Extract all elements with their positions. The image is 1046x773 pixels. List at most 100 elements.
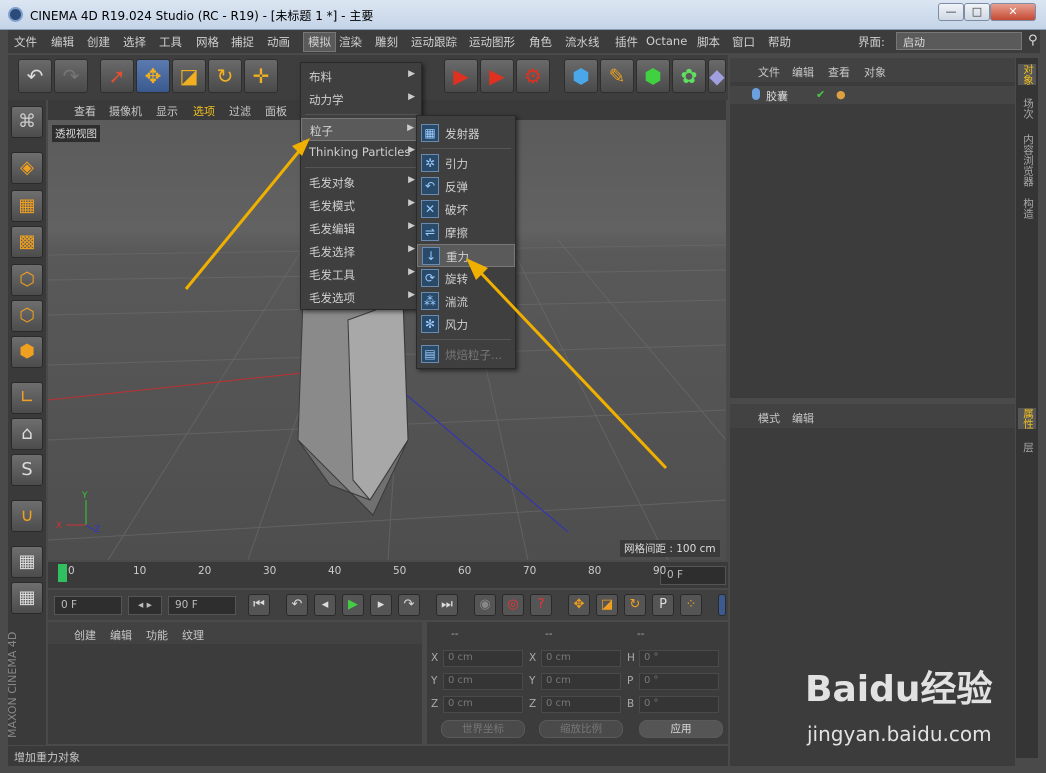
menu-14[interactable]: 流水线 <box>565 34 600 50</box>
key-move-icon[interactable]: ✥ <box>568 594 590 616</box>
menu-10[interactable]: 雕刻 <box>375 34 398 50</box>
apply-button[interactable]: 应用 <box>639 720 723 738</box>
menu-4[interactable]: 工具 <box>159 34 182 50</box>
particles-menu-item[interactable]: ↶ 反弹 <box>417 175 515 198</box>
material-menu-3[interactable]: 纹理 <box>182 627 204 643</box>
render-settings-icon[interactable]: ⚙ <box>516 59 550 93</box>
cube-icon[interactable]: ⬢ <box>564 59 598 93</box>
viewport-menu-2[interactable]: 显示 <box>156 103 178 119</box>
texture-mode-icon[interactable]: ▦ <box>11 190 43 222</box>
go-to-end-icon[interactable]: ⏭ <box>436 594 458 616</box>
simulate-menu-item[interactable]: 毛发对象 ▶ <box>301 171 421 194</box>
visibility-check-icon[interactable]: ✔ <box>816 88 825 101</box>
particles-menu-item[interactable]: ▦ 发射器 <box>417 122 515 145</box>
simulate-menu-item[interactable]: 毛发选择 ▶ <box>301 240 421 263</box>
menu-16[interactable]: Octane <box>646 34 687 48</box>
record-position-icon[interactable]: ◉ <box>474 594 496 616</box>
coord-field[interactable]: 0 ° <box>639 650 719 667</box>
search-icon[interactable]: ⚲ <box>1028 33 1044 49</box>
start-frame-field[interactable]: 0 F <box>54 596 122 615</box>
right-tab-3[interactable]: 构造 <box>1018 198 1036 219</box>
coord-field[interactable]: 0 cm <box>443 696 523 713</box>
layout-select[interactable]: 启动 <box>896 32 1022 50</box>
polygons-mode-icon[interactable]: ⬢ <box>11 336 43 368</box>
current-frame-field[interactable]: 0 F <box>660 566 726 585</box>
particles-menu-item[interactable]: ✻ 风力 <box>417 313 515 336</box>
particles-menu-item[interactable]: ✕ 破坏 <box>417 198 515 221</box>
coord-field[interactable]: 0 cm <box>541 650 621 667</box>
object-row[interactable]: 胶囊 ✔ ● <box>730 86 1015 104</box>
simulate-menu-item[interactable]: Thinking Particles ▶ <box>301 141 421 164</box>
playhead-marker[interactable] <box>58 564 67 582</box>
menu-11[interactable]: 运动跟踪 <box>411 34 457 50</box>
coordinate-space-select[interactable]: 世界坐标 <box>441 720 525 738</box>
planar-workplane-icon[interactable]: ▦ <box>11 582 43 614</box>
end-frame-field[interactable]: 90 F <box>168 596 236 615</box>
menu-19[interactable]: 帮助 <box>768 34 791 50</box>
menu-9[interactable]: 渲染 <box>339 34 362 50</box>
menu-13[interactable]: 角色 <box>529 34 552 50</box>
menu-8[interactable]: 模拟 <box>303 32 336 52</box>
particles-menu-item[interactable]: ✲ 引力 <box>417 152 515 175</box>
particles-menu-item[interactable]: ⟳ 旋转 <box>417 267 515 290</box>
menu-2[interactable]: 创建 <box>87 34 110 50</box>
menu-17[interactable]: 脚本 <box>697 34 720 50</box>
model-mode-icon[interactable]: ◈ <box>11 152 43 184</box>
autokey-icon[interactable]: ◎ <box>502 594 524 616</box>
key-pla-icon[interactable]: ⁘ <box>680 594 702 616</box>
edges-mode-icon[interactable]: ⬡ <box>11 300 43 332</box>
go-to-start-icon[interactable]: ⏮ <box>248 594 270 616</box>
frame-step-stepper[interactable]: ◂ ▸ <box>128 596 162 615</box>
subdivision-icon[interactable]: ⬢ <box>636 59 670 93</box>
simulate-menu-item[interactable]: 毛发工具 ▶ <box>301 263 421 286</box>
live-select-icon[interactable]: ➚ <box>100 59 134 93</box>
key-parameter-icon[interactable]: P <box>652 594 674 616</box>
coord-field[interactable]: 0 cm <box>541 673 621 690</box>
object-name[interactable]: 胶囊 <box>766 88 788 104</box>
play-icon[interactable]: ▶ <box>342 594 364 616</box>
attribute-menu-0[interactable]: 模式 <box>758 410 780 426</box>
deformer-icon[interactable]: ◆ <box>708 59 726 93</box>
right-tab-5[interactable]: 层 <box>1018 442 1036 453</box>
object-menu-2[interactable]: 查看 <box>828 64 850 80</box>
object-menu-3[interactable]: 对象 <box>864 64 886 80</box>
right-tab-0[interactable]: 对象 <box>1018 64 1036 85</box>
next-key-icon[interactable]: ↷ <box>398 594 420 616</box>
redo-icon[interactable]: ↷ <box>54 59 88 93</box>
material-menu-1[interactable]: 编辑 <box>110 627 132 643</box>
simulate-menu-item[interactable]: 布料 ▶ <box>301 65 421 88</box>
attribute-menu-1[interactable]: 编辑 <box>792 410 814 426</box>
maximize-button[interactable]: □ <box>964 3 990 21</box>
magnet-icon[interactable]: ∪ <box>11 500 43 532</box>
key-scale-icon[interactable]: ◪ <box>596 594 618 616</box>
menu-3[interactable]: 选择 <box>123 34 146 50</box>
previous-key-icon[interactable]: ↶ <box>286 594 308 616</box>
points-mode-icon[interactable]: ⬡ <box>11 264 43 296</box>
menu-7[interactable]: 动画 <box>267 34 290 50</box>
coord-field[interactable]: 0 cm <box>443 673 523 690</box>
undo-icon[interactable]: ↶ <box>18 59 52 93</box>
menu-12[interactable]: 运动图形 <box>469 34 515 50</box>
menu-1[interactable]: 编辑 <box>51 34 74 50</box>
right-tab-1[interactable]: 场次 <box>1018 98 1036 119</box>
axis-icon[interactable]: ✛ <box>244 59 278 93</box>
material-menu-2[interactable]: 功能 <box>146 627 168 643</box>
scale-icon[interactable]: ◪ <box>172 59 206 93</box>
simulate-menu-item[interactable]: 毛发选项 ▶ <box>301 286 421 309</box>
next-frame-icon[interactable]: ▸ <box>370 594 392 616</box>
object-menu-1[interactable]: 编辑 <box>792 64 814 80</box>
particles-menu-item[interactable]: ↓ 重力 <box>417 244 515 267</box>
snap-icon[interactable]: S <box>11 454 43 486</box>
cloner-icon[interactable]: ✿ <box>672 59 706 93</box>
coord-field[interactable]: 0 ° <box>639 673 719 690</box>
tag-icon[interactable]: ● <box>836 88 846 101</box>
workplane-icon[interactable]: ▩ <box>11 226 43 258</box>
lock-workplane-icon[interactable]: ▦ <box>11 546 43 578</box>
render-picture-viewer-icon[interactable]: ▶ <box>480 59 514 93</box>
minimize-button[interactable]: — <box>938 3 964 21</box>
pen-icon[interactable]: ✎ <box>600 59 634 93</box>
make-editable-icon[interactable]: ⌘ <box>11 106 43 138</box>
tweak-icon[interactable]: ⌂ <box>11 418 43 450</box>
viewport-menu-1[interactable]: 摄像机 <box>109 103 142 119</box>
move-icon[interactable]: ✥ <box>136 59 170 93</box>
